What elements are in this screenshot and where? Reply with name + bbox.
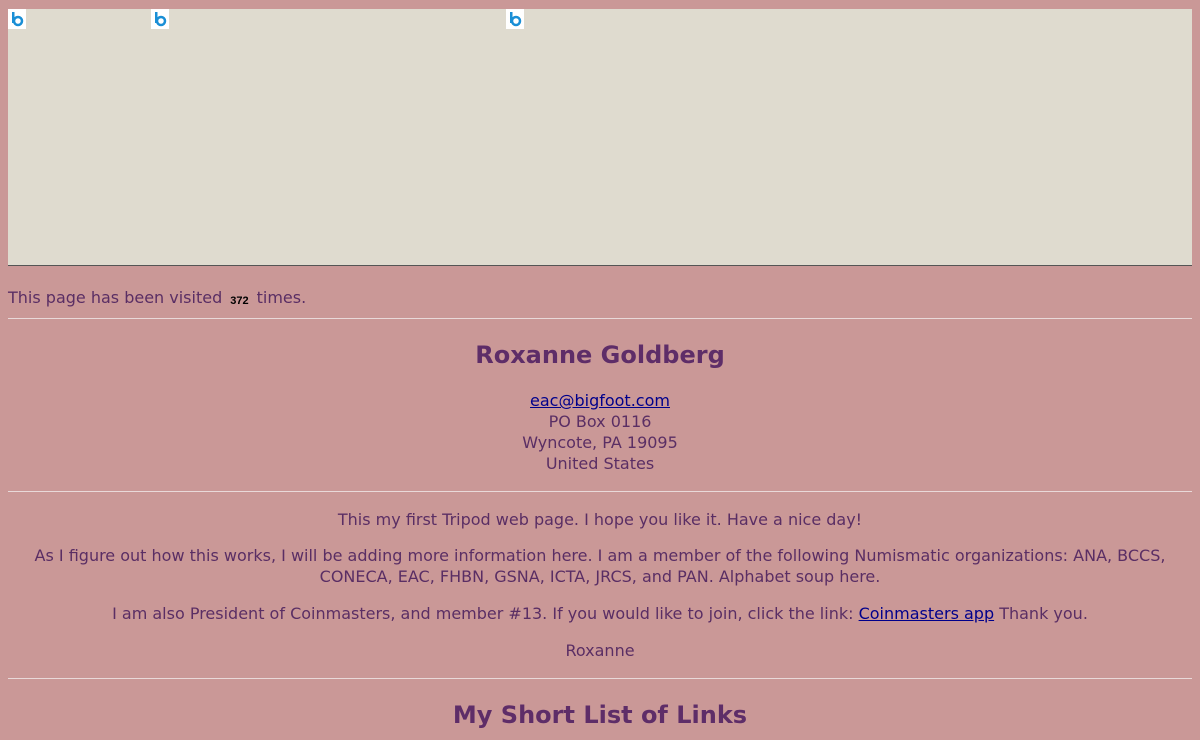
visit-prefix: This page has been visited bbox=[8, 288, 223, 307]
address-country: United States bbox=[545, 454, 655, 473]
profile-name: Roxanne Goldberg bbox=[475, 341, 725, 369]
organizations-paragraph: As I figure out how this works, I will b… bbox=[34, 546, 1166, 586]
visit-count: 372 bbox=[230, 295, 249, 307]
banner-ad-area bbox=[8, 9, 1192, 266]
visit-counter-line: This page has been visited 372 times. bbox=[8, 288, 306, 311]
email-link[interactable]: eac@bigfoot.com bbox=[530, 391, 670, 410]
signature: Roxanne bbox=[565, 641, 635, 660]
visit-suffix: times. bbox=[256, 288, 307, 307]
divider bbox=[8, 491, 1192, 492]
thank-you-text: Thank you. bbox=[999, 604, 1088, 623]
divider bbox=[8, 318, 1192, 319]
address-line1: PO Box 0116 bbox=[548, 412, 652, 431]
coinmasters-app-link[interactable]: Coinmasters app bbox=[859, 604, 995, 623]
address-line2: Wyncote, PA 19095 bbox=[522, 433, 678, 452]
links-heading: My Short List of Links bbox=[452, 701, 748, 729]
divider bbox=[8, 678, 1192, 679]
coinmasters-text: I am also President of Coinmasters, and … bbox=[112, 604, 854, 623]
coinmasters-paragraph: I am also President of Coinmasters, and … bbox=[8, 603, 1192, 624]
contact-block: eac@bigfoot.com PO Box 0116 Wyncote, PA … bbox=[8, 390, 1192, 474]
broken-image-icon[interactable] bbox=[8, 9, 26, 29]
intro-paragraph: This my first Tripod web page. I hope yo… bbox=[337, 510, 863, 529]
broken-image-icon[interactable] bbox=[506, 9, 524, 29]
broken-image-icon[interactable] bbox=[151, 9, 169, 29]
